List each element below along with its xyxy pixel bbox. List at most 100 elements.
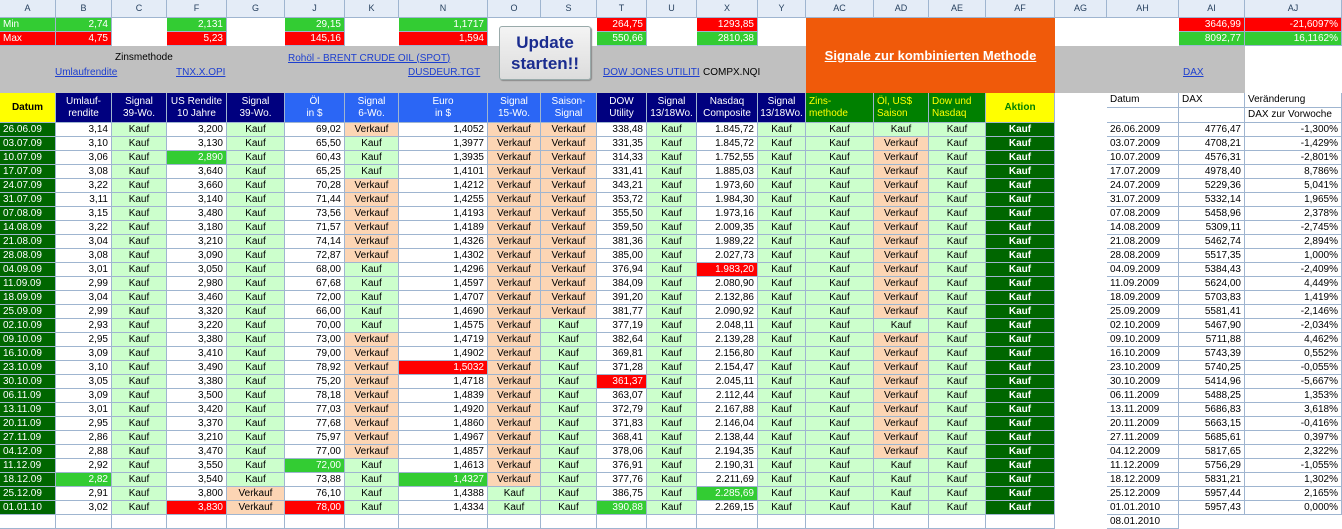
cell-s[interactable]: Verkauf	[541, 193, 597, 207]
cell-o[interactable]: Verkauf	[488, 207, 541, 221]
cell-f[interactable]: 3,370	[167, 417, 227, 431]
cell-k[interactable]: Verkauf	[345, 123, 399, 137]
dax-value[interactable]: 5517,35	[1179, 249, 1245, 263]
cell-c[interactable]: Kauf	[112, 459, 167, 473]
cell-ad[interactable]: Verkauf	[874, 291, 929, 305]
cell-f[interactable]: 3,540	[167, 473, 227, 487]
dax-change[interactable]: -1,300%	[1245, 123, 1342, 137]
dax-value[interactable]: 5414,96	[1179, 375, 1245, 389]
dax-change[interactable]: 4,462%	[1245, 333, 1342, 347]
cell-b[interactable]: 3,09	[56, 389, 112, 403]
cell-n[interactable]: 1,4334	[399, 501, 488, 515]
dax-change[interactable]: 3,618%	[1245, 403, 1342, 417]
cell-f[interactable]: 3,550	[167, 459, 227, 473]
dax-change[interactable]: -2,745%	[1245, 221, 1342, 235]
cell-f[interactable]: 3,130	[167, 137, 227, 151]
cell-a[interactable]: 30.10.09	[0, 375, 56, 389]
cell-n[interactable]: 1,4575	[399, 319, 488, 333]
dax-date[interactable]: 26.06.2009	[1107, 123, 1179, 137]
link-tnx[interactable]: TNX.X.OPI	[173, 66, 229, 79]
cell-ae[interactable]: Kauf	[929, 207, 986, 221]
cell-a[interactable]: 25.09.09	[0, 305, 56, 319]
dax-value[interactable]: 5957,43	[1179, 501, 1245, 515]
cell-ae[interactable]: Kauf	[929, 291, 986, 305]
cell-u[interactable]: Kauf	[647, 277, 697, 291]
cell-empty[interactable]	[488, 515, 541, 529]
column-header-j[interactable]: J	[285, 0, 345, 18]
cell-u[interactable]: Kauf	[647, 123, 697, 137]
cell-f[interactable]: 3,200	[167, 123, 227, 137]
link-compx[interactable]: COMPX.NQI	[700, 66, 770, 79]
cell-b[interactable]: 2,93	[56, 319, 112, 333]
cell-s[interactable]: Kauf	[541, 389, 597, 403]
cell-ad[interactable]: Verkauf	[874, 263, 929, 277]
cell-ac[interactable]: Kauf	[806, 151, 874, 165]
column-header-n[interactable]: N	[399, 0, 488, 18]
cell-f[interactable]: 3,660	[167, 179, 227, 193]
cell-g[interactable]: Kauf	[227, 389, 285, 403]
cell-o[interactable]: Verkauf	[488, 403, 541, 417]
cell-u[interactable]: Kauf	[647, 445, 697, 459]
cell-t[interactable]: 338,48	[597, 123, 647, 137]
cell-ad[interactable]: Kauf	[874, 459, 929, 473]
dax-date[interactable]: 03.07.2009	[1107, 137, 1179, 151]
cell-y[interactable]: Kauf	[758, 319, 806, 333]
cell-b[interactable]: 3,10	[56, 137, 112, 151]
cell-c[interactable]: Kauf	[112, 137, 167, 151]
cell-f[interactable]: 3,380	[167, 375, 227, 389]
cell-k[interactable]: Kauf	[345, 263, 399, 277]
cell-s[interactable]: Kauf	[541, 501, 597, 515]
dax-value[interactable]: 5332,14	[1179, 193, 1245, 207]
cell-n[interactable]: 1,4707	[399, 291, 488, 305]
dax-value[interactable]: 4776,47	[1179, 123, 1245, 137]
cell-b[interactable]: 3,22	[56, 179, 112, 193]
cell-j[interactable]: 65,50	[285, 137, 345, 151]
cell-ae[interactable]: Kauf	[929, 389, 986, 403]
cell-j[interactable]: 72,00	[285, 459, 345, 473]
dax-date[interactable]: 04.12.2009	[1107, 445, 1179, 459]
cell-t[interactable]: 368,41	[597, 431, 647, 445]
cell-b[interactable]: 3,11	[56, 193, 112, 207]
cell-ac[interactable]: Kauf	[806, 459, 874, 473]
column-header-ai[interactable]: AI	[1179, 0, 1245, 18]
cell-af[interactable]: Kauf	[986, 487, 1055, 501]
cell-s[interactable]: Kauf	[541, 361, 597, 375]
cell-ae[interactable]: Kauf	[929, 375, 986, 389]
cell-o[interactable]: Verkauf	[488, 473, 541, 487]
cell-t[interactable]: 390,88	[597, 501, 647, 515]
dax-value[interactable]: 5957,44	[1179, 487, 1245, 501]
cell-c[interactable]: Kauf	[112, 249, 167, 263]
cell-o[interactable]: Verkauf	[488, 291, 541, 305]
cell-a[interactable]: 21.08.09	[0, 235, 56, 249]
dax-change[interactable]: 1,419%	[1245, 291, 1342, 305]
dax-change[interactable]: 4,449%	[1245, 277, 1342, 291]
column-header-x[interactable]: X	[697, 0, 758, 18]
cell-x[interactable]: 2.211,69	[697, 473, 758, 487]
cell-x[interactable]: 2.132,86	[697, 291, 758, 305]
cell-o[interactable]: Verkauf	[488, 165, 541, 179]
dax-change[interactable]: 0,552%	[1245, 347, 1342, 361]
cell-y[interactable]: Kauf	[758, 165, 806, 179]
dax-change[interactable]: 5,041%	[1245, 179, 1342, 193]
cell-b[interactable]: 3,15	[56, 207, 112, 221]
dax-value[interactable]: 5309,11	[1179, 221, 1245, 235]
cell-u[interactable]: Kauf	[647, 305, 697, 319]
cell-s[interactable]: Verkauf	[541, 179, 597, 193]
cell-af[interactable]: Kauf	[986, 375, 1055, 389]
cell-c[interactable]: Kauf	[112, 487, 167, 501]
cell-s[interactable]: Verkauf	[541, 165, 597, 179]
cell-n[interactable]: 1,4839	[399, 389, 488, 403]
cell-af[interactable]: Kauf	[986, 291, 1055, 305]
cell-ae[interactable]: Kauf	[929, 263, 986, 277]
cell-c[interactable]: Kauf	[112, 473, 167, 487]
dax-change[interactable]: -5,667%	[1245, 375, 1342, 389]
cell-ad[interactable]: Verkauf	[874, 403, 929, 417]
dax-value[interactable]: 5756,29	[1179, 459, 1245, 473]
cell-u[interactable]: Kauf	[647, 193, 697, 207]
cell-c[interactable]: Kauf	[112, 403, 167, 417]
dax-value[interactable]: 5384,43	[1179, 263, 1245, 277]
cell-n[interactable]: 1,4212	[399, 179, 488, 193]
dax-date[interactable]: 18.12.2009	[1107, 473, 1179, 487]
dax-date[interactable]: 28.08.2009	[1107, 249, 1179, 263]
dax-change[interactable]: -2,146%	[1245, 305, 1342, 319]
